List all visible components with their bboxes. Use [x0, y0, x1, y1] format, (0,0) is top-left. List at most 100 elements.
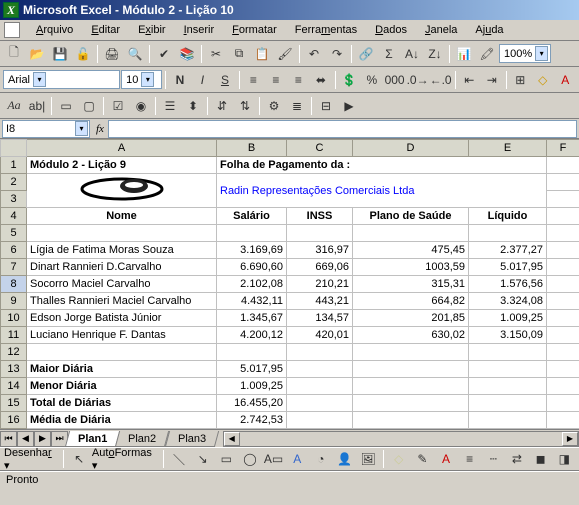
cell[interactable] — [287, 395, 353, 412]
scroll-left-button[interactable]: ◀ — [224, 432, 240, 446]
sort-asc-button[interactable]: A↓ — [401, 43, 423, 64]
sheet-tab-plan3[interactable]: Plan3 — [164, 431, 218, 447]
cell[interactable]: Menor Diária — [27, 378, 217, 395]
cell[interactable]: 5.017,95 — [469, 259, 547, 276]
comma-style-button[interactable]: 000 — [384, 69, 406, 90]
oval-button[interactable]: ◯ — [239, 449, 261, 470]
print-preview-button[interactable]: 🔍 — [124, 43, 146, 64]
formula-input[interactable] — [108, 120, 577, 138]
tab-nav-next[interactable]: ▶ — [34, 431, 51, 447]
cell[interactable]: Dinart Rannieri D.Carvalho — [27, 259, 217, 276]
format-painter-button[interactable]: 🖌 — [274, 43, 296, 64]
cell[interactable]: 1.009,25 — [217, 378, 287, 395]
cell[interactable]: 3.324,08 — [469, 293, 547, 310]
col-header-c[interactable]: C — [287, 140, 353, 157]
align-center-button[interactable]: ≡ — [265, 69, 286, 90]
borders-button[interactable]: ⊞ — [510, 69, 531, 90]
cell[interactable] — [547, 191, 579, 208]
percent-button[interactable]: % — [361, 69, 382, 90]
cell[interactable]: Média de Diária — [27, 412, 217, 429]
font-color-draw-button[interactable]: A — [435, 449, 457, 470]
line-color-button[interactable]: ✎ — [412, 449, 434, 470]
sort-desc-button[interactable]: Z↓ — [424, 43, 446, 64]
diagram-button[interactable]: ◔ — [310, 449, 332, 470]
select-all-corner[interactable] — [1, 140, 27, 157]
line-style-button[interactable]: ≡ — [459, 449, 481, 470]
cell[interactable] — [547, 327, 579, 344]
cell[interactable] — [353, 225, 469, 242]
cell[interactable]: 6.690,60 — [217, 259, 287, 276]
cell[interactable] — [547, 395, 579, 412]
toggle-grid-button[interactable]: ⊟ — [315, 95, 337, 116]
row-header[interactable]: 9 — [1, 293, 27, 310]
cell[interactable]: 2.742,53 — [217, 412, 287, 429]
cell[interactable]: Socorro Maciel Carvalho — [27, 276, 217, 293]
cell[interactable]: 5.017,95 — [217, 361, 287, 378]
cut-button[interactable]: ✂ — [205, 43, 227, 64]
cell[interactable]: Thalles Rannieri Maciel Carvalho — [27, 293, 217, 310]
open-button[interactable]: 📂 — [26, 43, 48, 64]
row-header[interactable]: 13 — [1, 361, 27, 378]
row-header[interactable]: 12 — [1, 344, 27, 361]
cell[interactable]: 1.345,67 — [217, 310, 287, 327]
cell[interactable]: Luciano Henrique F. Dantas — [27, 327, 217, 344]
cell[interactable] — [287, 361, 353, 378]
row-header[interactable]: 14 — [1, 378, 27, 395]
save-button[interactable]: 💾 — [49, 43, 71, 64]
cell[interactable] — [547, 361, 579, 378]
col-header-d[interactable]: D — [353, 140, 469, 157]
cell[interactable] — [547, 276, 579, 293]
decrease-indent-button[interactable]: ⇤ — [459, 69, 480, 90]
autoshapes-menu[interactable]: AutoFormas ▾ — [92, 447, 159, 472]
undo-button[interactable]: ↶ — [303, 43, 325, 64]
rectangle-button[interactable]: ▭ — [215, 449, 237, 470]
menu-window[interactable]: Janela — [417, 23, 465, 37]
arrow-button[interactable]: ↘ — [192, 449, 214, 470]
col-header-f[interactable]: F — [547, 140, 579, 157]
cell[interactable]: Maior Diária — [27, 361, 217, 378]
merge-center-button[interactable]: ⬌ — [310, 69, 331, 90]
cell[interactable]: Líquido — [469, 208, 547, 225]
cell[interactable]: 4.200,12 — [217, 327, 287, 344]
hyperlink-button[interactable]: 🔗 — [355, 43, 377, 64]
cell[interactable]: 420,01 — [287, 327, 353, 344]
copy-button[interactable]: ⧉ — [228, 43, 250, 64]
combo-box-button[interactable]: ⬍ — [182, 95, 204, 116]
menu-file[interactable]: Arquivo — [28, 23, 81, 37]
cell[interactable] — [353, 412, 469, 429]
line-button[interactable]: ＼ — [168, 449, 190, 470]
cell[interactable] — [547, 208, 579, 225]
cell[interactable]: 3.150,09 — [469, 327, 547, 344]
autosum-button[interactable]: Σ — [378, 43, 400, 64]
edit-box-button[interactable]: ab| — [26, 95, 48, 116]
cell[interactable] — [469, 378, 547, 395]
wordart-button[interactable]: A — [286, 449, 308, 470]
cell[interactable]: 316,97 — [287, 242, 353, 259]
cell[interactable]: 630,02 — [353, 327, 469, 344]
currency-button[interactable]: 💲 — [339, 69, 360, 90]
row-header[interactable]: 4 — [1, 208, 27, 225]
row-header[interactable]: 7 — [1, 259, 27, 276]
cell[interactable]: 201,85 — [353, 310, 469, 327]
align-left-button[interactable]: ≡ — [243, 69, 264, 90]
fx-icon[interactable]: fx — [96, 123, 104, 135]
company-name-cell[interactable]: Radin Representações Comerciais Ltda — [217, 174, 547, 208]
cell[interactable] — [469, 361, 547, 378]
cell[interactable]: 2.102,08 — [217, 276, 287, 293]
cell[interactable] — [217, 344, 287, 361]
col-header-e[interactable]: E — [469, 140, 547, 157]
cell[interactable]: 664,82 — [353, 293, 469, 310]
cell[interactable] — [287, 344, 353, 361]
font-color-button[interactable]: A — [555, 69, 576, 90]
chart-wizard-button[interactable]: 📊 — [453, 43, 475, 64]
menu-tools[interactable]: Ferramentas — [287, 23, 365, 37]
insert-picture-button[interactable]: 🖼 — [357, 449, 379, 470]
cell[interactable] — [469, 395, 547, 412]
cell[interactable]: Edson Jorge Batista Júnior — [27, 310, 217, 327]
control-properties-button[interactable]: ⚙ — [263, 95, 285, 116]
row-header[interactable]: 6 — [1, 242, 27, 259]
col-header-b[interactable]: B — [217, 140, 287, 157]
worksheet-area[interactable]: A B C D E F 1 Módulo 2 - Lição 9 Folha d… — [0, 139, 579, 429]
cell[interactable]: 4.432,11 — [217, 293, 287, 310]
cell[interactable] — [353, 361, 469, 378]
